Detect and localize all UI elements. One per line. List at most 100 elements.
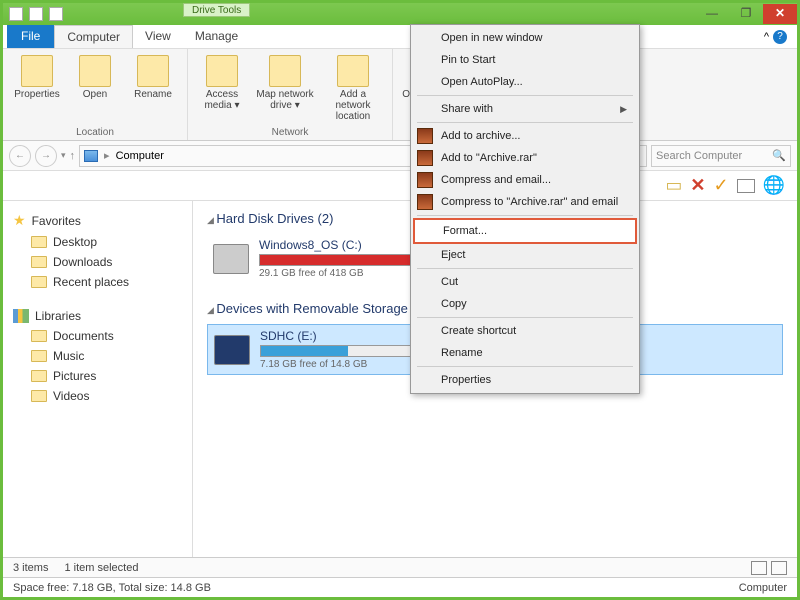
favorites-header[interactable]: ★Favorites xyxy=(7,209,188,232)
address-bar: ← → ▾ ↑ ▸ Computer Search Computer 🔍 xyxy=(3,141,797,171)
group-label: Location xyxy=(9,127,181,138)
map-drive-button[interactable]: Map network drive ▾ xyxy=(252,53,318,125)
history-dropdown-icon[interactable]: ▾ xyxy=(61,150,66,161)
check-icon[interactable]: ✓ xyxy=(713,175,728,196)
rar-icon xyxy=(417,150,433,166)
maximize-button[interactable]: ❐ xyxy=(729,4,763,24)
search-icon: 🔍 xyxy=(772,149,786,162)
drive-tools-tab[interactable]: Drive Tools xyxy=(183,3,250,17)
tiles-view-icon[interactable] xyxy=(771,561,787,575)
file-tab[interactable]: File xyxy=(7,25,54,48)
status-bar: 3 items 1 item selected xyxy=(3,557,797,577)
qat-icon[interactable] xyxy=(29,7,43,21)
ribbon-collapse-icon[interactable]: ^ xyxy=(764,31,769,43)
context-menu: Open in new window Pin to Start Open Aut… xyxy=(410,24,640,394)
minimize-button[interactable]: — xyxy=(695,4,729,24)
cm-add-rar[interactable]: Add to "Archive.rar" xyxy=(413,147,637,169)
cm-cut[interactable]: Cut xyxy=(413,271,637,293)
star-icon: ★ xyxy=(13,212,26,229)
cm-create-shortcut[interactable]: Create shortcut xyxy=(413,320,637,342)
tab-manage[interactable]: Manage xyxy=(183,25,250,48)
ribbon-tabs: File Computer View Manage ^ ? xyxy=(3,25,797,49)
cm-format[interactable]: Format... xyxy=(413,218,637,244)
drive-icon xyxy=(213,244,249,274)
separator xyxy=(417,366,633,367)
libraries-icon xyxy=(13,309,29,323)
properties-button[interactable]: Properties xyxy=(9,53,65,125)
tab-computer[interactable]: Computer xyxy=(54,25,133,48)
cm-pin-start[interactable]: Pin to Start xyxy=(413,49,637,71)
titlebar: Drive Tools — ❐ ✕ xyxy=(3,3,797,25)
breadcrumb[interactable]: Computer xyxy=(116,150,164,162)
sidebar-item-documents[interactable]: Documents xyxy=(7,326,188,346)
up-button[interactable]: ↑ xyxy=(70,150,76,162)
tool-row: ▭ ✕ ✓ 🌐 xyxy=(3,171,797,201)
cm-open-new-window[interactable]: Open in new window xyxy=(413,27,637,49)
cm-add-archive[interactable]: Add to archive... xyxy=(413,125,637,147)
location-label: Computer xyxy=(735,582,787,594)
details-view-icon[interactable] xyxy=(751,561,767,575)
cm-autoplay[interactable]: Open AutoPlay... xyxy=(413,71,637,93)
sdcard-icon xyxy=(214,335,250,365)
group-label: Network xyxy=(194,127,386,138)
globe-icon[interactable]: 🌐 xyxy=(763,175,785,196)
separator xyxy=(417,317,633,318)
usage-bar xyxy=(259,254,429,266)
access-media-button[interactable]: Access media ▾ xyxy=(194,53,250,125)
cm-copy[interactable]: Copy xyxy=(413,293,637,315)
submenu-arrow-icon: ▶ xyxy=(620,104,627,115)
libraries-header[interactable]: Libraries xyxy=(7,306,188,326)
cm-share-with[interactable]: Share with▶ xyxy=(413,98,637,120)
sidebar-item-downloads[interactable]: Downloads xyxy=(7,252,188,272)
folder-icon xyxy=(31,236,47,248)
item-count: 3 items xyxy=(13,562,48,574)
cm-eject[interactable]: Eject xyxy=(413,244,637,266)
cm-properties[interactable]: Properties xyxy=(413,369,637,391)
forward-button[interactable]: → xyxy=(35,145,57,167)
tool-icon[interactable] xyxy=(737,179,755,193)
folder-icon xyxy=(31,390,47,402)
separator xyxy=(417,268,633,269)
back-button[interactable]: ← xyxy=(9,145,31,167)
close-button[interactable]: ✕ xyxy=(763,4,797,24)
open-button[interactable]: Open xyxy=(67,53,123,125)
content-area: ★Favorites Desktop Downloads Recent plac… xyxy=(3,201,797,557)
sidebar-item-recent[interactable]: Recent places xyxy=(7,272,188,292)
folder-icon xyxy=(31,256,47,268)
folder-icon xyxy=(31,276,47,288)
rar-icon xyxy=(417,128,433,144)
separator xyxy=(417,122,633,123)
rar-icon xyxy=(417,194,433,210)
rename-button[interactable]: Rename xyxy=(125,53,181,125)
sidebar-item-desktop[interactable]: Desktop xyxy=(7,232,188,252)
cm-compress-rar-email[interactable]: Compress to "Archive.rar" and email xyxy=(413,191,637,213)
rar-icon xyxy=(417,172,433,188)
quick-access-toolbar[interactable] xyxy=(3,7,63,21)
cm-rename[interactable]: Rename xyxy=(413,342,637,364)
ribbon: Properties Open Rename Location Access m… xyxy=(3,49,797,141)
qat-icon[interactable] xyxy=(49,7,63,21)
sidebar-item-pictures[interactable]: Pictures xyxy=(7,366,188,386)
space-info: Space free: 7.18 GB, Total size: 14.8 GB xyxy=(13,582,211,594)
folder-icon xyxy=(31,330,47,342)
separator xyxy=(417,95,633,96)
tab-view[interactable]: View xyxy=(133,25,183,48)
tool-icon[interactable]: ▭ xyxy=(665,175,682,196)
navigation-pane: ★Favorites Desktop Downloads Recent plac… xyxy=(3,201,193,557)
sidebar-item-music[interactable]: Music xyxy=(7,346,188,366)
selected-count: 1 item selected xyxy=(64,562,138,574)
delete-icon[interactable]: ✕ xyxy=(690,175,705,196)
sidebar-item-videos[interactable]: Videos xyxy=(7,386,188,406)
separator xyxy=(417,215,633,216)
explorer-window: Drive Tools — ❐ ✕ File Computer View Man… xyxy=(0,0,800,600)
search-input[interactable]: Search Computer 🔍 xyxy=(651,145,791,167)
cm-compress-email[interactable]: Compress and email... xyxy=(413,169,637,191)
help-icon[interactable]: ? xyxy=(773,30,787,44)
details-bar: Space free: 7.18 GB, Total size: 14.8 GB… xyxy=(3,577,797,597)
usage-bar xyxy=(260,345,430,357)
folder-icon xyxy=(31,370,47,382)
qat-icon[interactable] xyxy=(9,7,23,21)
add-network-location-button[interactable]: Add a network location xyxy=(320,53,386,125)
computer-icon xyxy=(84,150,98,162)
folder-icon xyxy=(31,350,47,362)
